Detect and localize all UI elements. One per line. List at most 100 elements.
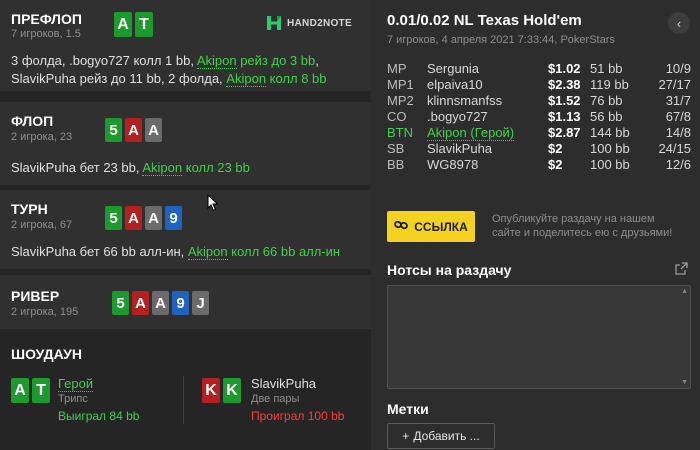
hero-action: колл 23 bb [182,160,250,175]
card: J [192,291,209,315]
add-tag-label: Добавить ... [413,429,480,443]
action-text: SlavikPuha [11,71,80,86]
players-table: MP Sergunia $1.02 51 bb 10/9 MP1 elpaiva10 $2.3… [387,61,691,173]
player-name: .bogyo727 [427,109,488,124]
card: A [125,118,142,142]
player-stack-bb: 119 bb [590,77,629,92]
player-stack: $1.13 [548,109,581,124]
notes-title: Нотсы на раздачу [387,262,512,278]
player-position: MP1 [387,77,414,92]
share-button-label: ССЫЛКА [414,219,468,234]
card: 5 [112,291,129,315]
showdown-title: ШОУДАУН [11,346,82,362]
hero-player-link[interactable]: Akipon (Герой) [427,125,515,141]
hero-player-link[interactable]: Akipon [187,244,228,260]
card: K [223,378,241,403]
plus-icon: + [402,429,410,443]
action-line: SlavikPuha рейз до 11 bb, 2 фолда, Akipo… [11,70,327,88]
player-stats: 24/15 [658,141,691,156]
player-stats: 14/8 [665,125,691,140]
action-text: бет 23 bb [79,160,136,175]
card: 9 [172,291,189,315]
share-link-button[interactable]: ССЫЛКА [387,211,475,242]
street-title: ФЛОП [11,113,54,129]
player-position: CO [387,109,407,124]
card: A [145,118,162,142]
player-stats: 67/8 [665,109,691,124]
hero-player-link[interactable]: Akipon [196,53,237,69]
villain-result: Проиграл 100 bb [251,409,345,423]
game-subtitle: 7 игроков, 4 апреля 2021 7:33:44, PokerS… [387,34,615,46]
share-hint-line: сайте и поделитесь ею с друзьями! [492,227,673,239]
hero-name-link[interactable]: Герой [58,376,94,392]
player-stack-bb: 56 bb [590,109,623,124]
street-title: ТУРН [11,201,48,217]
card: 5 [105,118,122,142]
player-row[interactable]: CO .bogyo727 $1.13 56 bb 67/8 [387,109,691,125]
card: A [152,291,169,315]
card-row: 5 A A 9 J [112,291,209,315]
action-line: SlavikPuha бет 66 bb алл-ин, Akipon колл… [11,243,340,261]
player-name: SlavikPuha [427,141,493,156]
player-stats: 10/9 [665,61,691,76]
player-position: MP [387,61,407,76]
card: A [145,206,162,230]
card: K [202,378,220,403]
chevron-left-icon[interactable]: ‹ [668,12,690,34]
street-title: ПРЕФЛОП [11,11,82,27]
player-stats: 12/6 [665,157,691,172]
action-text: колл 1 bb [133,53,191,68]
hero-player-link[interactable]: Akipon [226,71,267,87]
player-name: Sergunia [427,61,480,76]
card-row: 5 A A [105,118,162,142]
player-row[interactable]: BTN Akipon (Герой) $2.87 144 bb 14/8 [387,125,691,141]
card: 9 [165,206,182,230]
action-line: SlavikPuha бет 23 bb, Akipon колл 23 bb [11,159,250,177]
street-subtitle: 2 игрока, 23 [11,131,73,143]
player-position: BTN [387,125,413,140]
player-stack: $2 [548,157,563,172]
tags-title: Метки [387,401,429,417]
game-title: 0.01/0.02 NL Texas Hold'em [387,12,582,29]
hero-action: колл 66 bb алл-ин [227,244,341,259]
action-text: 3 фолда, .bogyo727 [11,53,134,68]
villain-hand-rank: Две пары [251,393,300,405]
street-flop: ФЛОП 2 игрока, 23 5 A A SlavikPuha бет 2… [0,102,371,186]
card: A [132,291,149,315]
street-turn: ТУРН 2 игрока, 67 5 A A 9 SlavikPuha бет… [0,190,371,270]
player-stats: 31/7 [665,93,691,108]
player-row[interactable]: MP Sergunia $1.02 51 bb 10/9 [387,61,691,77]
player-row[interactable]: SB SlavikPuha $2 100 bb 24/15 [387,141,691,157]
hero-player-link[interactable]: Akipon [142,160,183,176]
street-preflop: ПРЕФЛОП 7 игроков, 1.5 A T HAND2NOTE 3 ф… [0,0,371,92]
player-stack: $2 [548,141,563,156]
card: A [114,12,132,37]
player-position: SB [387,141,405,156]
action-text: , [190,53,197,68]
player-stack-bb: 76 bb [590,93,623,108]
hand-info-panel: 0.01/0.02 NL Texas Hold'em 7 игроков, 4 … [371,0,700,450]
player-stack-bb: 100 bb [590,157,630,172]
notes-textarea[interactable] [387,285,691,389]
player-stack: $1.52 [548,93,581,108]
hero-cards: A T [11,378,50,403]
open-external-icon[interactable] [675,262,688,278]
card-row: A T [114,12,153,37]
hero-hand-rank: Трипс [58,393,88,405]
action-text: SlavikPuha [11,244,80,259]
player-stack-bb: 144 bb [590,125,630,140]
hero-name[interactable]: Герой [58,376,94,392]
player-stack-bb: 100 bb [590,141,630,156]
player-stack: $2.87 [548,125,581,140]
player-row[interactable]: MP1 elpaiva10 $2.38 119 bb 27/17 [387,77,691,93]
link-icon [394,219,409,234]
add-tag-button[interactable]: + Добавить ... [387,423,495,449]
player-row[interactable]: MP2 klinnsmanfss $1.52 76 bb 31/7 [387,93,691,109]
share-hint: Опубликуйте раздачу на нашем сайте и под… [492,212,672,240]
card: 5 [105,206,122,230]
player-name: Akipon (Герой) [427,125,548,141]
share-hint-line: Опубликуйте раздачу на нашем [492,213,655,225]
action-text: , 2 фолда, [160,71,227,86]
player-row[interactable]: BB WG8978 $2 100 bb 12/6 [387,157,691,173]
action-text: бет 66 bb алл-ин [79,244,181,259]
